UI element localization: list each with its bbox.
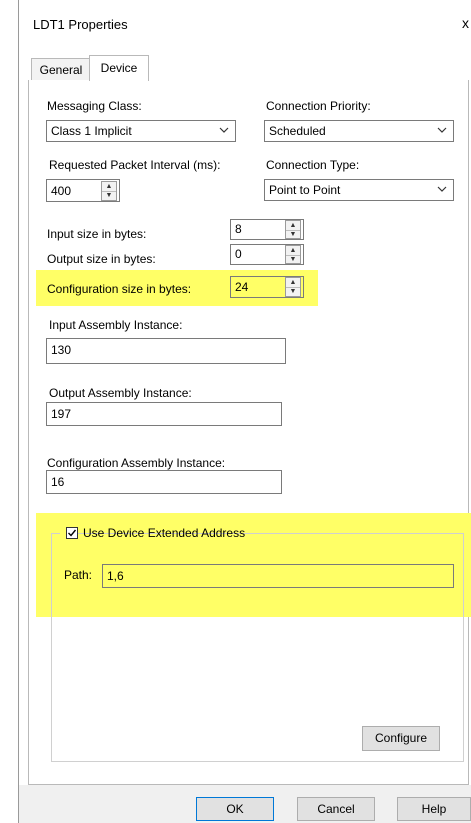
rpi-value: 400 <box>51 184 72 198</box>
config-assembly-label: Configuration Assembly Instance: <box>47 456 226 470</box>
messaging-class-value: Class 1 Implicit <box>51 124 132 138</box>
config-size-spinner[interactable]: ▲ ▼ <box>285 277 301 297</box>
rpi-spinner[interactable]: ▲ ▼ <box>101 181 117 201</box>
config-assembly-field[interactable]: 16 <box>46 470 282 494</box>
window-title: LDT1 Properties <box>33 17 128 32</box>
spin-down-icon[interactable]: ▼ <box>286 230 300 239</box>
path-value: 1,6 <box>107 569 124 583</box>
config-size-field[interactable]: 24 ▲ ▼ <box>230 276 304 298</box>
config-size-value: 24 <box>235 280 249 294</box>
cancel-button[interactable]: Cancel <box>297 797 375 821</box>
tab-device[interactable]: Device <box>89 55 149 81</box>
input-size-field[interactable]: 8 ▲ ▼ <box>230 219 304 240</box>
config-assembly-value: 16 <box>51 475 65 489</box>
path-field[interactable]: 1,6 <box>102 564 454 588</box>
extended-address-label: Use Device Extended Address <box>83 526 246 540</box>
help-button[interactable]: Help <box>397 797 471 821</box>
output-assembly-value: 197 <box>51 407 72 421</box>
input-size-label: Input size in bytes: <box>47 227 147 241</box>
connection-priority-label: Connection Priority: <box>266 99 371 113</box>
spin-down-icon[interactable]: ▼ <box>286 287 300 296</box>
input-size-value: 8 <box>235 222 242 236</box>
rpi-field[interactable]: 400 ▲ ▼ <box>46 179 120 202</box>
tab-general[interactable]: General <box>31 58 91 80</box>
spin-down-icon[interactable]: ▼ <box>286 255 300 264</box>
messaging-class-label: Messaging Class: <box>47 99 142 113</box>
output-assembly-field[interactable]: 197 <box>46 402 282 426</box>
path-label: Path: <box>64 568 93 582</box>
configure-button[interactable]: Configure <box>362 726 440 751</box>
output-size-spinner[interactable]: ▲ ▼ <box>285 245 301 264</box>
output-size-field[interactable]: 0 ▲ ▼ <box>230 244 304 265</box>
input-assembly-field[interactable]: 130 <box>46 338 286 364</box>
connection-type-combo[interactable]: Point to Point <box>264 179 454 201</box>
connection-type-label: Connection Type: <box>266 158 360 172</box>
input-size-spinner[interactable]: ▲ ▼ <box>285 220 301 239</box>
chevron-down-icon <box>437 186 447 192</box>
extended-address-checkbox[interactable] <box>66 527 78 539</box>
ok-button[interactable]: OK <box>196 797 274 821</box>
output-assembly-label: Output Assembly Instance: <box>49 386 192 400</box>
extended-address-legend[interactable]: Use Device Extended Address <box>60 524 245 542</box>
input-assembly-label: Input Assembly Instance: <box>49 318 183 332</box>
spin-down-icon[interactable]: ▼ <box>102 191 116 200</box>
tab-device-label: Device <box>100 61 138 75</box>
checkmark-icon <box>68 529 77 537</box>
close-icon[interactable]: x <box>462 15 469 31</box>
input-assembly-value: 130 <box>51 343 72 357</box>
output-size-value: 0 <box>235 247 242 261</box>
chevron-down-icon <box>437 127 447 133</box>
connection-priority-combo[interactable]: Scheduled <box>264 120 454 142</box>
messaging-class-combo[interactable]: Class 1 Implicit <box>46 120 236 142</box>
connection-priority-value: Scheduled <box>269 124 326 138</box>
config-size-label: Configuration size in bytes: <box>47 282 192 296</box>
connection-type-value: Point to Point <box>269 183 341 197</box>
chevron-down-icon <box>219 127 229 133</box>
rpi-label: Requested Packet Interval (ms): <box>49 158 221 172</box>
tab-general-label: General <box>39 63 83 77</box>
output-size-label: Output size in bytes: <box>47 252 156 266</box>
